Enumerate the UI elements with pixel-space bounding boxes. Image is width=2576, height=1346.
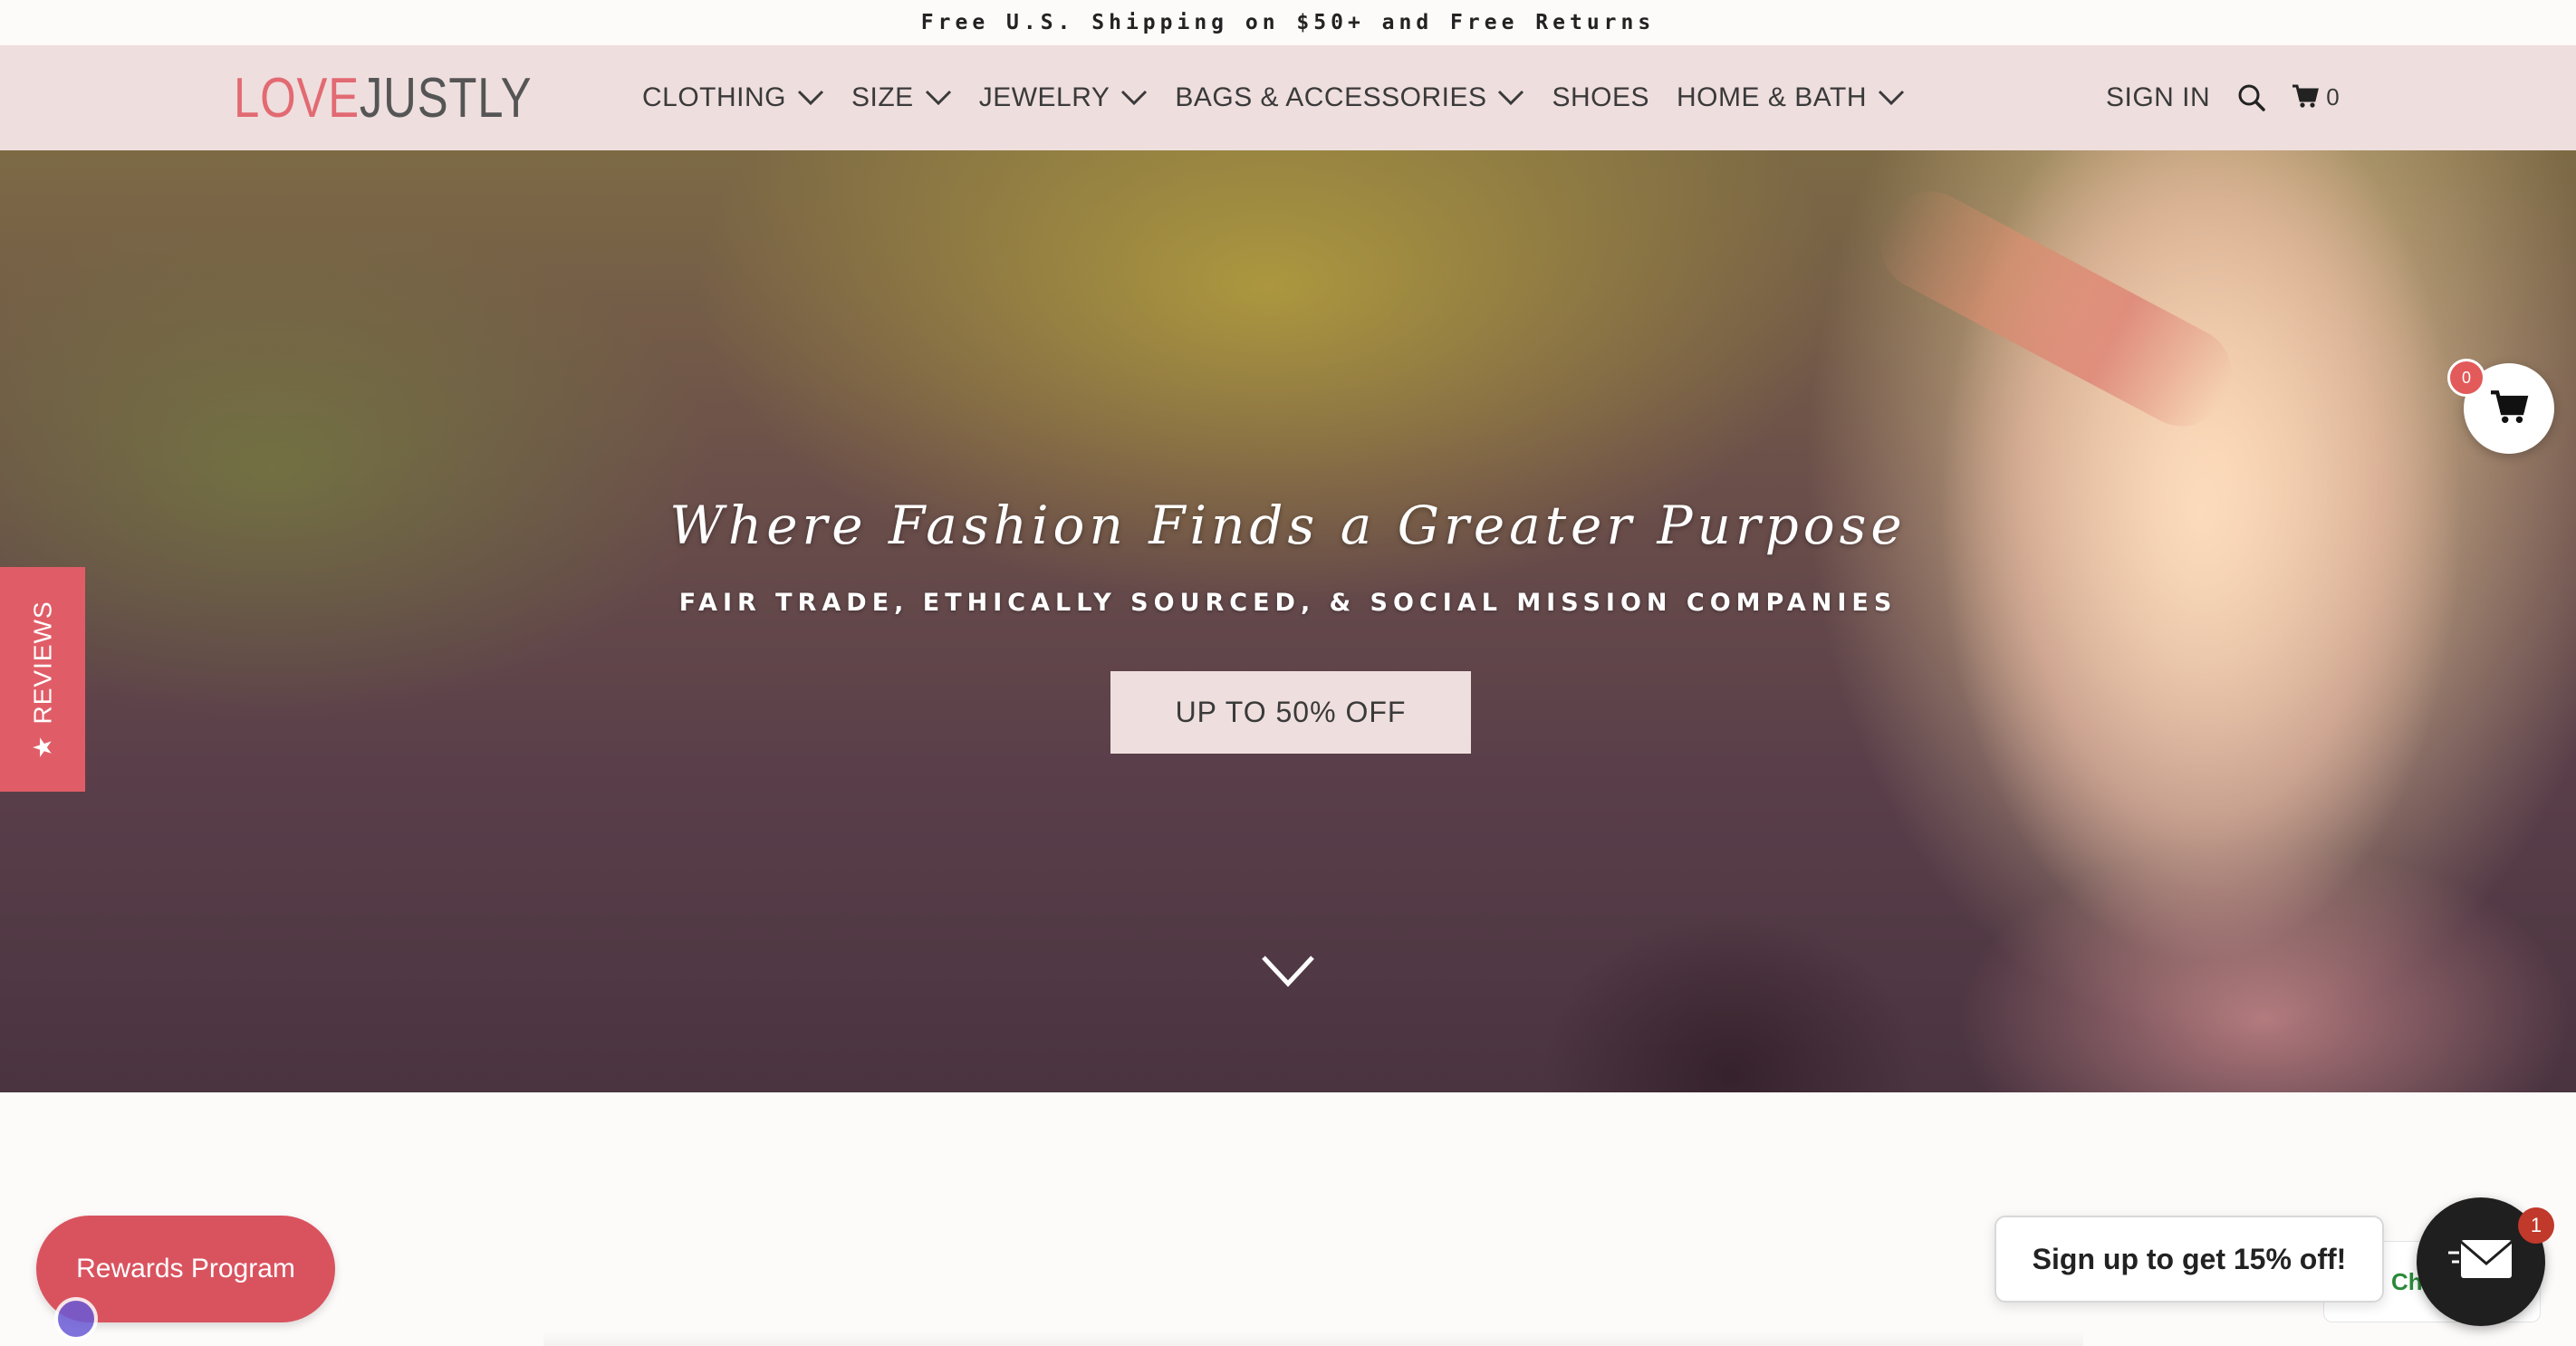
- logo-justly: JUSTLY: [359, 66, 533, 130]
- hero-banner: Where Fashion Finds a Greater Purpose FA…: [0, 150, 2576, 1092]
- sign-in-link[interactable]: SIGN IN: [2106, 82, 2210, 113]
- site-logo[interactable]: LOVE JUSTLY: [234, 63, 532, 132]
- cart-link[interactable]: 0: [2292, 82, 2340, 113]
- chevron-down-icon[interactable]: [1261, 955, 1315, 992]
- cart-icon: [2489, 389, 2529, 429]
- hero-subtitle: FAIR TRADE, ETHICALLY SOURCED, & SOCIAL …: [678, 589, 1898, 617]
- chevron-down-icon: [925, 90, 952, 106]
- nav-size[interactable]: SIZE: [851, 82, 952, 113]
- nav-jewelry-label: JEWELRY: [978, 82, 1110, 112]
- nav-shoes-label: SHOES: [1552, 82, 1650, 112]
- reviews-tab[interactable]: ★ REVIEWS: [0, 567, 85, 792]
- main-nav: CLOTHING SIZE JEWELRY BAGS & ACCESSORIES…: [642, 45, 1932, 150]
- envelope-icon: [2446, 1235, 2515, 1290]
- search-icon[interactable]: [2237, 83, 2266, 112]
- nav-home-bath-label: HOME & BATH: [1677, 82, 1867, 112]
- nav-bags-accessories[interactable]: BAGS & ACCESSORIES: [1175, 82, 1524, 113]
- nav-home-bath[interactable]: HOME & BATH: [1677, 82, 1905, 113]
- nav-jewelry[interactable]: JEWELRY: [979, 82, 1149, 113]
- hero-image-detail: [1531, 857, 1984, 1092]
- section-divider: [543, 1332, 2083, 1346]
- nav-size-label: SIZE: [851, 82, 914, 112]
- nav-shoes[interactable]: SHOES: [1552, 82, 1649, 113]
- chevron-down-icon: [797, 90, 824, 106]
- floating-cart-count: 0: [2447, 359, 2485, 397]
- site-header: LOVE JUSTLY CLOTHING SIZE JEWELRY BAGS & …: [0, 45, 2576, 150]
- announcement-bar: Free U.S. Shipping on $50+ and Free Retu…: [0, 0, 2576, 45]
- announcement-text: Free U.S. Shipping on $50+ and Free Retu…: [920, 11, 1656, 34]
- rewards-launcher-icon[interactable]: [54, 1297, 98, 1341]
- chevron-down-icon: [1120, 90, 1148, 106]
- notification-badge: 1: [2518, 1207, 2554, 1244]
- signup-offer-bubble[interactable]: Sign up to get 15% off!: [1994, 1216, 2384, 1303]
- nav-clothing-label: CLOTHING: [642, 82, 787, 112]
- reviews-tab-label: REVIEWS: [28, 600, 56, 725]
- nav-clothing[interactable]: CLOTHING: [642, 82, 824, 113]
- cart-icon: [2292, 83, 2320, 113]
- cart-count: 0: [2326, 82, 2340, 111]
- logo-love: LOVE: [234, 66, 360, 130]
- nav-bags-label: BAGS & ACCESSORIES: [1175, 82, 1487, 112]
- sale-cta-button[interactable]: UP TO 50% OFF: [1110, 671, 1471, 754]
- chevron-down-icon: [1878, 90, 1905, 106]
- header-tools: SIGN IN 0: [2106, 45, 2340, 150]
- hero-title: Where Fashion Finds a Greater Purpose: [669, 495, 1907, 556]
- chevron-down-icon: [1497, 90, 1524, 106]
- star-icon: ★: [28, 735, 57, 759]
